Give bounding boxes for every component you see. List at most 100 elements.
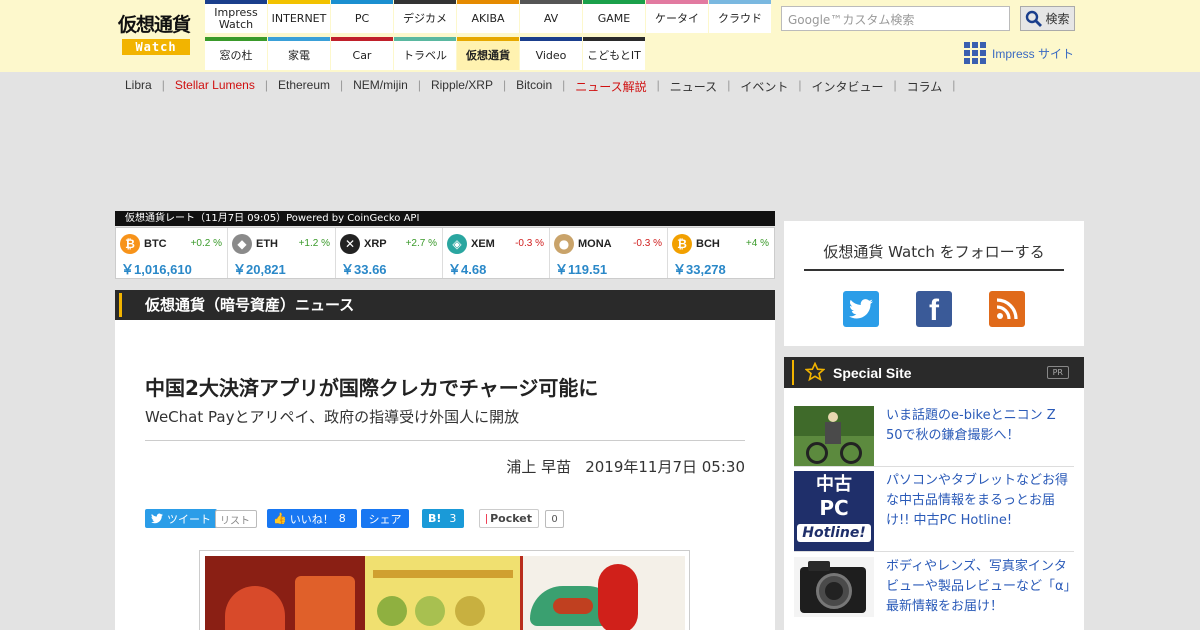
coin-price: ￥33.66 <box>341 262 387 277</box>
hotline-line3: Hotline! <box>797 524 871 542</box>
category-link[interactable]: Bitcoin <box>516 78 552 95</box>
section-header: 仮想通貨（暗号資産）ニュース <box>115 290 775 320</box>
nav-top-item[interactable]: クラウド <box>709 0 771 33</box>
nav-top-item[interactable]: INTERNET <box>268 0 330 33</box>
monacoin-icon: ● <box>554 234 574 254</box>
facebook-follow-icon[interactable]: f <box>916 291 952 327</box>
rate-bar: ₿ BTC +0.2 % ￥1,016,610 ◆ ETH +1.2 % ￥20,821 ✕ XR… <box>115 227 775 279</box>
article-photo[interactable] <box>199 550 690 630</box>
pocket-count: 0 <box>545 510 564 528</box>
category-link[interactable]: Ethereum <box>278 78 330 95</box>
nav-bottom-item[interactable]: 窓の杜 <box>205 37 267 70</box>
title-divider <box>145 440 745 441</box>
category-nav: Libra | Stellar Lumens | Ethereum | NEM/mijin |… <box>125 78 965 95</box>
ripple-icon: ✕ <box>340 234 360 254</box>
search-button[interactable]: 検索 <box>1020 6 1075 31</box>
rate-title: 仮想通貨レート（11月7日 09:05）Powered by CoinGecko… <box>115 211 775 226</box>
nav-bottom-item[interactable]: Car <box>331 37 393 70</box>
nav-bottom-item[interactable]: 家電 <box>268 37 330 70</box>
coin-price: ￥33,278 <box>673 262 726 277</box>
coin-change: +4 % <box>745 238 769 249</box>
category-separator: | <box>161 78 165 92</box>
coin-change: -0.3 % <box>633 238 662 249</box>
coin-symbol: MONA <box>578 238 612 250</box>
article-title: 中国2大決済アプリが国際クレカでチャージ可能に <box>145 376 599 400</box>
nav-top-item[interactable]: GAME <box>583 0 645 33</box>
tweet-button[interactable]: ツイート <box>145 509 217 528</box>
tweet-label: ツイート <box>167 512 211 526</box>
category-link[interactable]: Libra <box>125 78 152 95</box>
coin-rate-xem[interactable]: ◈ XEM -0.3 % ￥4.68 <box>443 228 550 278</box>
category-separator: | <box>952 78 956 92</box>
nav-bottom-item[interactable]: 仮想通貨 <box>457 37 519 70</box>
pocket-button[interactable]: Pocket <box>479 509 539 528</box>
publish-date: 2019年11月7日 05:30 <box>585 458 745 476</box>
coin-rate-xrp[interactable]: ✕ XRP +2.7 % ￥33.66 <box>336 228 443 278</box>
category-link[interactable]: ニュース <box>670 78 717 95</box>
nav-top-item[interactable]: Impress Watch <box>205 0 267 33</box>
header-inner: 仮想通貨 Watch Impress Watch INTERNET PC デジカメ AK… <box>115 0 1085 72</box>
hatena-bookmark-button[interactable]: B! 3 <box>422 509 464 528</box>
rss-icon[interactable] <box>989 291 1025 327</box>
nav-top-item[interactable]: PC <box>331 0 393 33</box>
search-input[interactable]: Google™カスタム検索 <box>781 6 1010 31</box>
bitcoin-icon: ₿ <box>120 234 140 254</box>
coin-change: +2.7 % <box>405 238 437 249</box>
nav-top-item[interactable]: AV <box>520 0 582 33</box>
coin-rate-eth[interactable]: ◆ ETH +1.2 % ￥20,821 <box>228 228 336 278</box>
special-site-header: Special Site PR <box>784 357 1084 388</box>
network-site-nav: Impress Watch INTERNET PC デジカメ AKIBA AV GAME ケー… <box>205 0 771 72</box>
category-separator: | <box>727 78 731 92</box>
section-title[interactable]: 仮想通貨（暗号資産）ニュース <box>145 290 354 320</box>
nav-bottom-item[interactable]: Video <box>520 37 582 70</box>
main-column: 仮想通貨（暗号資産）ニュース 中国2大決済アプリが国際クレカでチャージ可能に W… <box>115 290 775 630</box>
category-link[interactable]: ニュース解説 <box>575 78 646 95</box>
section-accent-bar <box>119 293 122 317</box>
special-item-alpha[interactable]: ボディやレンズ、写真家インタビューや製品レビューなど「α」最新情報をお届け！ <box>794 557 1074 630</box>
category-link[interactable]: インタビュー <box>811 78 883 95</box>
coin-rate-btc[interactable]: ₿ BTC +0.2 % ￥1,016,610 <box>116 228 228 278</box>
logo-text: 仮想通貨 <box>118 14 191 36</box>
pocket-label: Pocket <box>490 512 532 525</box>
hatena-count: 3 <box>449 512 457 525</box>
follow-title: 仮想通貨 Watch をフォローする <box>823 243 1045 261</box>
twitter-follow-icon[interactable] <box>843 291 879 327</box>
impress-site-link[interactable]: Impress サイト <box>964 42 1074 64</box>
category-link[interactable]: Ripple/XRP <box>431 78 493 95</box>
thumbs-up-icon: 👍 <box>273 512 287 525</box>
facebook-share-button[interactable]: シェア <box>361 509 409 528</box>
article-subtitle: WeChat Payとアリペイ、政府の指導受け外国人に開放 <box>145 408 520 426</box>
nav-top-item[interactable]: ケータイ <box>646 0 708 33</box>
like-label: いいね！ <box>289 512 334 526</box>
ethereum-icon: ◆ <box>232 234 252 254</box>
coin-symbol: XEM <box>471 238 495 250</box>
alpha-camera-photo <box>794 557 874 617</box>
logo-sub: Watch <box>122 39 190 55</box>
special-item-hotline[interactable]: 中古 PC Hotline! パソコンやタブレットなどお得な中古品情報をまるっと… <box>794 471 1074 552</box>
special-item-ebike[interactable]: いま話題のe-bikeとニコン Z 50で秋の鎌倉撮影へ！ <box>794 406 1074 467</box>
byline: 浦上 早苗 2019年11月7日 05:30 <box>506 456 745 477</box>
category-link[interactable]: Stellar Lumens <box>175 78 255 95</box>
coin-rate-mona[interactable]: ● MONA -0.3 % ￥119.51 <box>550 228 668 278</box>
site-header: 仮想通貨 Watch Impress Watch INTERNET PC デジカメ AK… <box>0 0 1200 72</box>
category-separator: | <box>417 78 421 92</box>
coin-symbol: BCH <box>696 238 720 250</box>
category-link[interactable]: コラム <box>907 78 943 95</box>
impress-site-label: Impress サイト <box>992 46 1075 61</box>
coin-rate-bch[interactable]: ₿ BCH +4 % ￥33,278 <box>668 228 774 278</box>
coin-symbol: XRP <box>364 238 387 250</box>
nav-bottom-item[interactable]: トラベル <box>394 37 456 70</box>
nav-bottom-item[interactable]: こどもとIT <box>583 37 645 70</box>
coin-change: +1.2 % <box>298 238 330 249</box>
special-accent-bar <box>792 360 794 385</box>
facebook-like-button[interactable]: 👍 いいね！ 8 <box>267 509 357 528</box>
twitter-list-link[interactable]: リスト <box>215 510 257 528</box>
site-logo[interactable]: 仮想通貨 Watch <box>118 13 202 57</box>
category-separator: | <box>798 78 802 92</box>
nav-top-item[interactable]: AKIBA <box>457 0 519 33</box>
category-link[interactable]: NEM/mijin <box>353 78 408 95</box>
category-link[interactable]: イベント <box>740 78 788 95</box>
star-icon <box>805 362 825 382</box>
nav-top-item[interactable]: デジカメ <box>394 0 456 33</box>
search-button-label: 検索 <box>1045 12 1070 26</box>
